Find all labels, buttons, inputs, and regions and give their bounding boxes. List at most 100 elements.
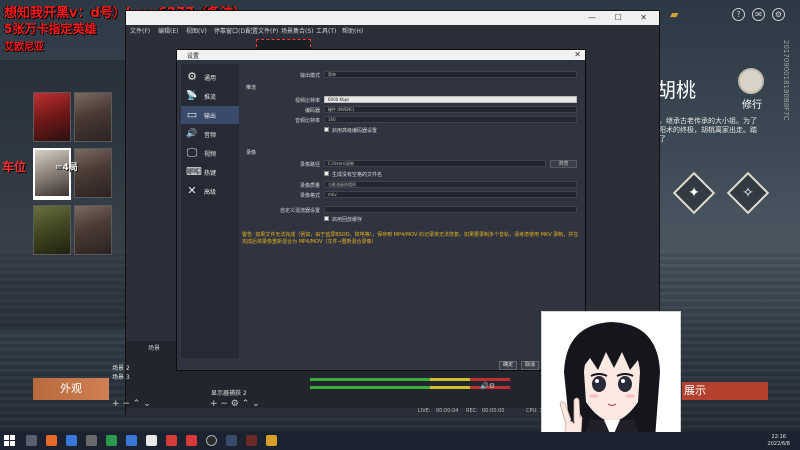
speaker-icon: 🔊: [186, 129, 198, 139]
nav-stream[interactable]: 📡 推流: [181, 87, 239, 105]
settings-titlebar: 设置 ✕: [177, 50, 585, 60]
menu-edit[interactable]: 编辑(E): [158, 26, 178, 35]
replay-buffer-checkbox[interactable]: [324, 216, 329, 221]
seat-highlight: [33, 148, 71, 200]
video-bitrate-input[interactable]: 6000 Kbps: [324, 96, 577, 103]
menu-profile[interactable]: 配置文件(P): [246, 26, 278, 35]
game-topbar: ▰ ? ✉ ⚙: [660, 6, 800, 26]
app-icon[interactable]: [186, 435, 197, 446]
cancel-button[interactable]: 取消: [521, 361, 539, 370]
scene-item[interactable]: 场景 2: [112, 363, 130, 372]
gear-icon: ⚙: [187, 70, 197, 83]
character-description: 师。继承古老传承的大小姐。为了保阳术的终极，胡桃离家出走。踏上了: [652, 117, 757, 143]
screen: 想知我开黑v：d号）hmn6277（备注） 5张万卡指定英雄 艾欧尼亚 车位 =…: [0, 0, 800, 450]
character-portrait[interactable]: [74, 205, 112, 255]
taskbar: 22:16 2022/6/8: [0, 432, 800, 450]
muxer-input[interactable]: [324, 206, 577, 213]
warning-message: 警告: 如果文件无法完成（例如，由于蓝屏BSOD、掉电等），保存到 MP4/MO…: [242, 232, 579, 245]
app-icon[interactable]: [66, 435, 77, 446]
menu-tools[interactable]: 工具(T): [316, 26, 336, 35]
streamer-avatar: [541, 311, 681, 450]
ok-button[interactable]: 确定: [499, 361, 517, 370]
nav-label: 热键: [204, 170, 217, 177]
show-button[interactable]: 展示: [682, 382, 768, 400]
scene-item[interactable]: 场景 3: [112, 372, 130, 381]
obs-icon[interactable]: [206, 435, 217, 446]
menu-view[interactable]: 视图(V): [186, 26, 207, 35]
app-icon[interactable]: [106, 435, 117, 446]
character-portrait[interactable]: [74, 92, 112, 142]
source-item[interactable]: 显示器捕获 2: [211, 388, 247, 397]
search-icon[interactable]: [26, 435, 37, 446]
training-icon[interactable]: [738, 68, 764, 94]
audio-bitrate-select[interactable]: 160: [324, 116, 577, 123]
muxer-label: 自定义混流器设置: [279, 208, 320, 214]
app-icon[interactable]: [146, 435, 157, 446]
menu-docks[interactable]: 停靠窗口(D): [214, 26, 247, 35]
close-icon[interactable]: ✕: [574, 50, 581, 59]
mail-icon[interactable]: ✉: [752, 8, 765, 21]
nav-hotkeys[interactable]: ⌨ 热键: [181, 163, 239, 181]
menu-file[interactable]: 文件(F): [130, 26, 150, 35]
character-portrait[interactable]: [33, 205, 71, 255]
menu-help[interactable]: 帮助(H): [342, 26, 363, 35]
nav-advanced[interactable]: ✕ 高级: [181, 182, 239, 200]
advanced-encoder-checkbox[interactable]: [324, 127, 329, 132]
rec-label: REC:: [466, 408, 478, 414]
nav-label: 视频: [204, 151, 217, 158]
keyboard-icon: ⌨: [186, 165, 202, 178]
audio-bitrate-label: 音频比特率: [294, 118, 320, 124]
nav-general[interactable]: ⚙ 通用: [181, 68, 239, 86]
rec-quality-label: 录像质量: [299, 183, 320, 189]
encoder-label: 编码器: [304, 108, 320, 114]
nav-video[interactable]: 🖵 视频: [181, 144, 239, 162]
window-controls[interactable]: — ☐ ✕: [588, 13, 655, 22]
app-icon[interactable]: [166, 435, 177, 446]
output-icon: ▭: [186, 108, 198, 121]
character-portrait[interactable]: [74, 148, 112, 198]
character-portrait[interactable]: [33, 92, 71, 142]
audio-mixer: 🔊⚙: [310, 372, 520, 402]
taskbar-clock[interactable]: 22:16 2022/6/8: [768, 434, 790, 448]
rec-path-input[interactable]: C:/Users/录制: [324, 160, 546, 167]
windows-start-icon[interactable]: [4, 435, 15, 446]
stream-section-title: 推流: [246, 85, 257, 91]
app-icon[interactable]: [86, 435, 97, 446]
nav-label: 通用: [204, 75, 217, 82]
steam-icon[interactable]: [226, 435, 237, 446]
no-space-checkbox[interactable]: [324, 171, 329, 176]
app-icon[interactable]: [246, 435, 257, 446]
nav-output[interactable]: ▭ 输出: [181, 106, 239, 124]
outlook-button[interactable]: 外观: [33, 378, 109, 400]
character-name: 胡桃: [656, 78, 696, 102]
edge-icon[interactable]: [126, 435, 137, 446]
overlay-server-text: 艾欧尼亚: [4, 42, 44, 53]
settings-icon[interactable]: ⚙: [772, 8, 785, 21]
menu-scene-collection[interactable]: 场景集合(S): [281, 26, 314, 35]
scenes-dock-title: 场景: [148, 345, 161, 352]
app-icon[interactable]: [46, 435, 57, 446]
settings-dialog: 设置 ✕ ⚙ 通用 📡 推流 ▭ 输出 🔊 音频 🖵 视频 ⌨ 热键 ✕ 高级 …: [176, 49, 586, 371]
rec-path-label: 录像路径: [299, 162, 320, 168]
replay-buffer-label: 启用回放缓存: [332, 217, 363, 223]
avatar-illustration: [542, 312, 680, 450]
rec-quality-select[interactable]: 与推流画质相同: [324, 181, 577, 188]
live-label: LIVE:: [418, 408, 431, 414]
video-bitrate-label: 视频比特率: [294, 98, 320, 104]
nav-label: 输出: [204, 113, 217, 120]
speaker-icon[interactable]: 🔊⚙: [480, 382, 495, 390]
nav-label: 高级: [204, 189, 217, 196]
app-icon[interactable]: [266, 435, 277, 446]
rec-format-select[interactable]: mkv: [324, 191, 577, 198]
overlay-cards-text: 5张万卡指定英雄: [4, 22, 97, 36]
output-mode-select[interactable]: 简单: [324, 71, 577, 78]
recording-section-title: 录像: [246, 150, 257, 156]
clock-time: 22:16: [771, 434, 786, 440]
settings-title: 设置: [187, 53, 200, 60]
obs-titlebar: — ☐ ✕: [126, 11, 659, 25]
browse-button[interactable]: 浏览: [550, 160, 577, 168]
nav-audio[interactable]: 🔊 音频: [181, 125, 239, 143]
encoder-select[interactable]: 硬件 (NVENC): [324, 106, 577, 113]
help-icon[interactable]: ?: [732, 8, 745, 21]
settings-nav: ⚙ 通用 📡 推流 ▭ 输出 🔊 音频 🖵 视频 ⌨ 热键 ✕ 高级: [181, 64, 239, 358]
